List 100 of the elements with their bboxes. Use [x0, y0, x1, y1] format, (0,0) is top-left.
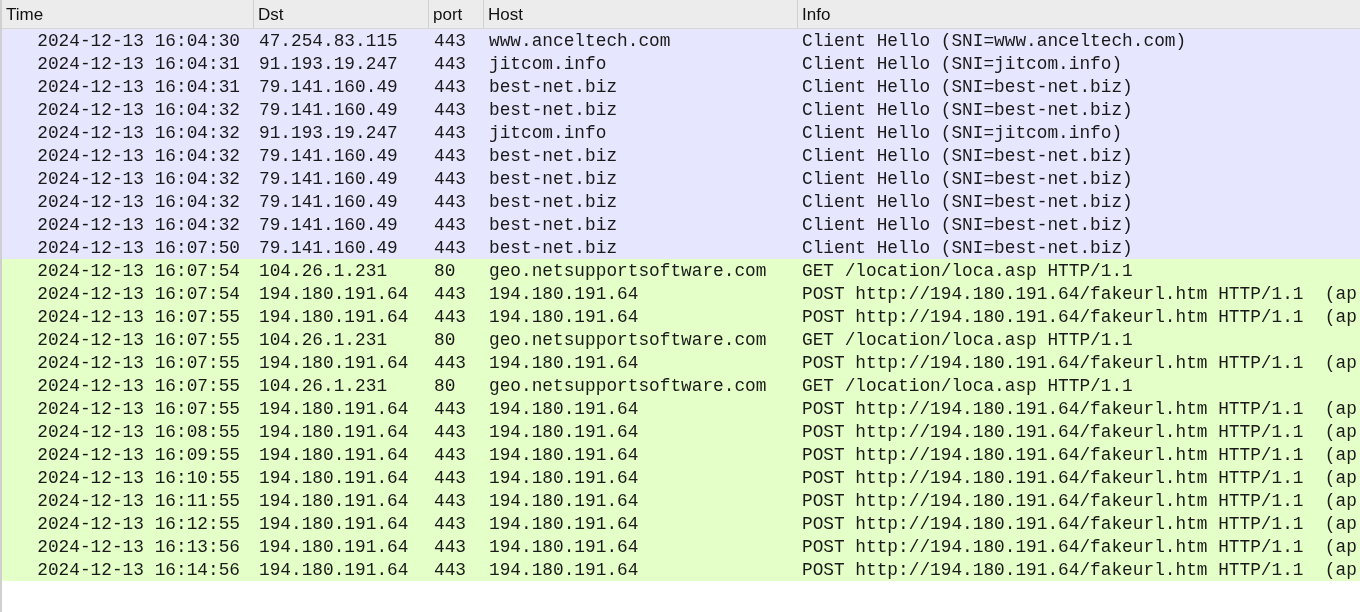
packet-row[interactable]: 2024-12-13 16:04:31 79.141.160.49 443 best-net.biz Client Hello (SNI=best-net.biz): [2, 75, 1360, 98]
table-cell-text: 2024-12-13 16:09:55: [36, 444, 241, 465]
column-header[interactable]: Dst: [254, 0, 429, 28]
table-cell-text: 2024-12-13 16:07:55: [36, 398, 241, 419]
table-cell-text: 443: [433, 30, 467, 51]
table-cell-text: 104.26.1.231: [258, 375, 389, 396]
table-cell-text: 91.193.19.247: [258, 53, 399, 74]
table-cell-text: 194.180.191.64: [488, 467, 640, 488]
table-cell-text: 443: [433, 352, 467, 373]
table-cell-text: 80: [433, 375, 457, 396]
packet-row[interactable]: 2024-12-13 16:07:50 79.141.160.49 443 best-net.biz Client Hello (SNI=best-net.biz): [2, 236, 1360, 259]
packet-row[interactable]: 2024-12-13 16:11:55 194.180.191.64 443 194.180.191.64 POST http://194.180.191.64/fakeurl.htm HTTP/1.1 (ap: [2, 489, 1360, 512]
packet-row[interactable]: 2024-12-13 16:07:55 104.26.1.231 80 geo.netsupportsoftware.com GET /location/loca.asp HTTP/1.1: [2, 328, 1360, 351]
table-cell-text: 194.180.191.64: [488, 513, 640, 534]
table-cell-text: 443: [433, 306, 467, 327]
table-cell-text: Client Hello (SNI=best-net.biz): [801, 191, 1134, 212]
table-cell-text: 2024-12-13 16:08:55: [36, 421, 241, 442]
table-cell-text: 443: [433, 145, 467, 166]
table-cell-text: 91.193.19.247: [258, 122, 399, 143]
table-cell-text: 443: [433, 214, 467, 235]
table-cell-text: geo.netsupportsoftware.com: [488, 260, 768, 281]
table-cell-text: 194.180.191.64: [258, 352, 410, 373]
table-cell-text: POST http://194.180.191.64/fakeurl.htm HTTP/1.1 (ap: [801, 352, 1358, 373]
table-cell-text: 2024-12-13 16:07:54: [36, 260, 241, 281]
table-cell-text: POST http://194.180.191.64/fakeurl.htm HTTP/1.1 (ap: [801, 513, 1358, 534]
packet-row[interactable]: 2024-12-13 16:10:55 194.180.191.64 443 194.180.191.64 POST http://194.180.191.64/fakeurl.htm HTTP/1.1 (ap: [2, 466, 1360, 489]
table-cell-text: 79.141.160.49: [258, 214, 399, 235]
table-cell-text: 2024-12-13 16:07:50: [36, 237, 241, 258]
table-cell-text: 194.180.191.64: [258, 398, 410, 419]
packet-row[interactable]: 2024-12-13 16:04:31 91.193.19.247 443 jitcom.info Client Hello (SNI=jitcom.info): [2, 52, 1360, 75]
table-cell-text: best-net.biz: [488, 191, 619, 212]
table-cell-text: 194.180.191.64: [258, 513, 410, 534]
table-cell-text: 79.141.160.49: [258, 145, 399, 166]
table-cell-text: 2024-12-13 16:04:30: [36, 30, 241, 51]
table-cell-text: GET /location/loca.asp HTTP/1.1: [801, 329, 1134, 350]
table-cell-text: 443: [433, 467, 467, 488]
packet-row[interactable]: 2024-12-13 16:04:32 79.141.160.49 443 best-net.biz Client Hello (SNI=best-net.biz): [2, 98, 1360, 121]
table-cell-text: 194.180.191.64: [488, 444, 640, 465]
table-cell-text: POST http://194.180.191.64/fakeurl.htm HTTP/1.1 (ap: [801, 398, 1358, 419]
table-cell-text: 443: [433, 122, 467, 143]
column-header[interactable]: Time: [2, 0, 254, 28]
table-cell-text: 443: [433, 559, 467, 580]
table-cell-text: 2024-12-13 16:10:55: [36, 467, 241, 488]
column-header[interactable]: Info: [798, 0, 1360, 28]
table-cell-text: 2024-12-13 16:07:55: [36, 375, 241, 396]
table-cell-text: 2024-12-13 16:07:55: [36, 329, 241, 350]
table-cell-text: POST http://194.180.191.64/fakeurl.htm HTTP/1.1 (ap: [801, 283, 1358, 304]
table-cell-text: POST http://194.180.191.64/fakeurl.htm HTTP/1.1 (ap: [801, 490, 1358, 511]
table-cell-text: 79.141.160.49: [258, 191, 399, 212]
table-cell-text: 79.141.160.49: [258, 76, 399, 97]
table-cell-text: Client Hello (SNI=best-net.biz): [801, 99, 1134, 120]
table-cell-text: 2024-12-13 16:07:55: [36, 306, 241, 327]
packet-row[interactable]: 2024-12-13 16:07:55 194.180.191.64 443 194.180.191.64 POST http://194.180.191.64/fakeurl.htm HTTP/1.1 (ap: [2, 397, 1360, 420]
table-cell-text: 194.180.191.64: [258, 559, 410, 580]
table-cell-text: 194.180.191.64: [258, 490, 410, 511]
packet-row[interactable]: 2024-12-13 16:04:32 79.141.160.49 443 best-net.biz Client Hello (SNI=best-net.biz): [2, 190, 1360, 213]
table-cell-text: 443: [433, 490, 467, 511]
table-cell-text: 2024-12-13 16:07:54: [36, 283, 241, 304]
table-cell-text: 194.180.191.64: [258, 444, 410, 465]
table-cell-text: 2024-12-13 16:04:32: [36, 191, 241, 212]
packet-row[interactable]: 2024-12-13 16:07:55 194.180.191.64 443 194.180.191.64 POST http://194.180.191.64/fakeurl.htm HTTP/1.1 (ap: [2, 351, 1360, 374]
table-cell-text: 194.180.191.64: [488, 283, 640, 304]
packet-row[interactable]: 2024-12-13 16:13:56 194.180.191.64 443 194.180.191.64 POST http://194.180.191.64/fakeurl.htm HTTP/1.1 (ap: [2, 535, 1360, 558]
table-cell-text: best-net.biz: [488, 237, 619, 258]
table-cell-text: best-net.biz: [488, 214, 619, 235]
table-cell-text: 443: [433, 237, 467, 258]
table-cell-text: 443: [433, 76, 467, 97]
table-cell-text: 194.180.191.64: [488, 559, 640, 580]
column-header[interactable]: port: [429, 0, 484, 28]
table-cell-text: 104.26.1.231: [258, 260, 389, 281]
table-cell-text: POST http://194.180.191.64/fakeurl.htm HTTP/1.1 (ap: [801, 536, 1358, 557]
table-cell-text: 194.180.191.64: [488, 306, 640, 327]
packet-row[interactable]: 2024-12-13 16:09:55 194.180.191.64 443 194.180.191.64 POST http://194.180.191.64/fakeurl.htm HTTP/1.1 (ap: [2, 443, 1360, 466]
packet-row[interactable]: 2024-12-13 16:07:54 104.26.1.231 80 geo.netsupportsoftware.com GET /location/loca.asp HTTP/1.1: [2, 259, 1360, 282]
table-cell-text: 2024-12-13 16:04:32: [36, 214, 241, 235]
packet-row[interactable]: 2024-12-13 16:04:32 79.141.160.49 443 best-net.biz Client Hello (SNI=best-net.biz): [2, 144, 1360, 167]
table-cell-text: 2024-12-13 16:04:31: [36, 53, 241, 74]
packet-row[interactable]: 2024-12-13 16:14:56 194.180.191.64 443 194.180.191.64 POST http://194.180.191.64/fakeurl.htm HTTP/1.1 (ap: [2, 558, 1360, 581]
table-cell-text: 2024-12-13 16:04:31: [36, 76, 241, 97]
table-cell-text: Client Hello (SNI=best-net.biz): [801, 237, 1134, 258]
packet-row[interactable]: 2024-12-13 16:04:32 91.193.19.247 443 jitcom.info Client Hello (SNI=jitcom.info): [2, 121, 1360, 144]
packet-row[interactable]: 2024-12-13 16:07:55 194.180.191.64 443 194.180.191.64 POST http://194.180.191.64/fakeurl.htm HTTP/1.1 (ap: [2, 305, 1360, 328]
packet-row[interactable]: 2024-12-13 16:04:30 47.254.83.115 443 www.anceltech.com Client Hello (SNI=www.anceltech.com): [2, 29, 1360, 52]
packet-row[interactable]: 2024-12-13 16:07:55 104.26.1.231 80 geo.netsupportsoftware.com GET /location/loca.asp HTTP/1.1: [2, 374, 1360, 397]
table-cell-text: POST http://194.180.191.64/fakeurl.htm HTTP/1.1 (ap: [801, 306, 1358, 327]
table-cell-text: Client Hello (SNI=www.anceltech.com): [801, 30, 1188, 51]
column-header[interactable]: Host: [484, 0, 798, 28]
table-cell-text: geo.netsupportsoftware.com: [488, 329, 768, 350]
packet-row[interactable]: 2024-12-13 16:04:32 79.141.160.49 443 best-net.biz Client Hello (SNI=best-net.biz): [2, 213, 1360, 236]
table-cell-text: 194.180.191.64: [258, 283, 410, 304]
packet-row[interactable]: 2024-12-13 16:12:55 194.180.191.64 443 194.180.191.64 POST http://194.180.191.64/fakeurl.htm HTTP/1.1 (ap: [2, 512, 1360, 535]
packet-row[interactable]: 2024-12-13 16:08:55 194.180.191.64 443 194.180.191.64 POST http://194.180.191.64/fakeurl.htm HTTP/1.1 (ap: [2, 420, 1360, 443]
table-cell-text: 2024-12-13 16:11:55: [36, 490, 241, 511]
table-cell-text: jitcom.info: [488, 53, 608, 74]
table-cell-text: 443: [433, 191, 467, 212]
packet-row[interactable]: 2024-12-13 16:04:32 79.141.160.49 443 best-net.biz Client Hello (SNI=best-net.biz): [2, 167, 1360, 190]
table-cell-text: 194.180.191.64: [258, 306, 410, 327]
table-cell-text: 443: [433, 168, 467, 189]
table-cell-text: Client Hello (SNI=best-net.biz): [801, 168, 1134, 189]
packet-row[interactable]: 2024-12-13 16:07:54 194.180.191.64 443 194.180.191.64 POST http://194.180.191.64/fakeurl.htm HTTP/1.1 (ap: [2, 282, 1360, 305]
